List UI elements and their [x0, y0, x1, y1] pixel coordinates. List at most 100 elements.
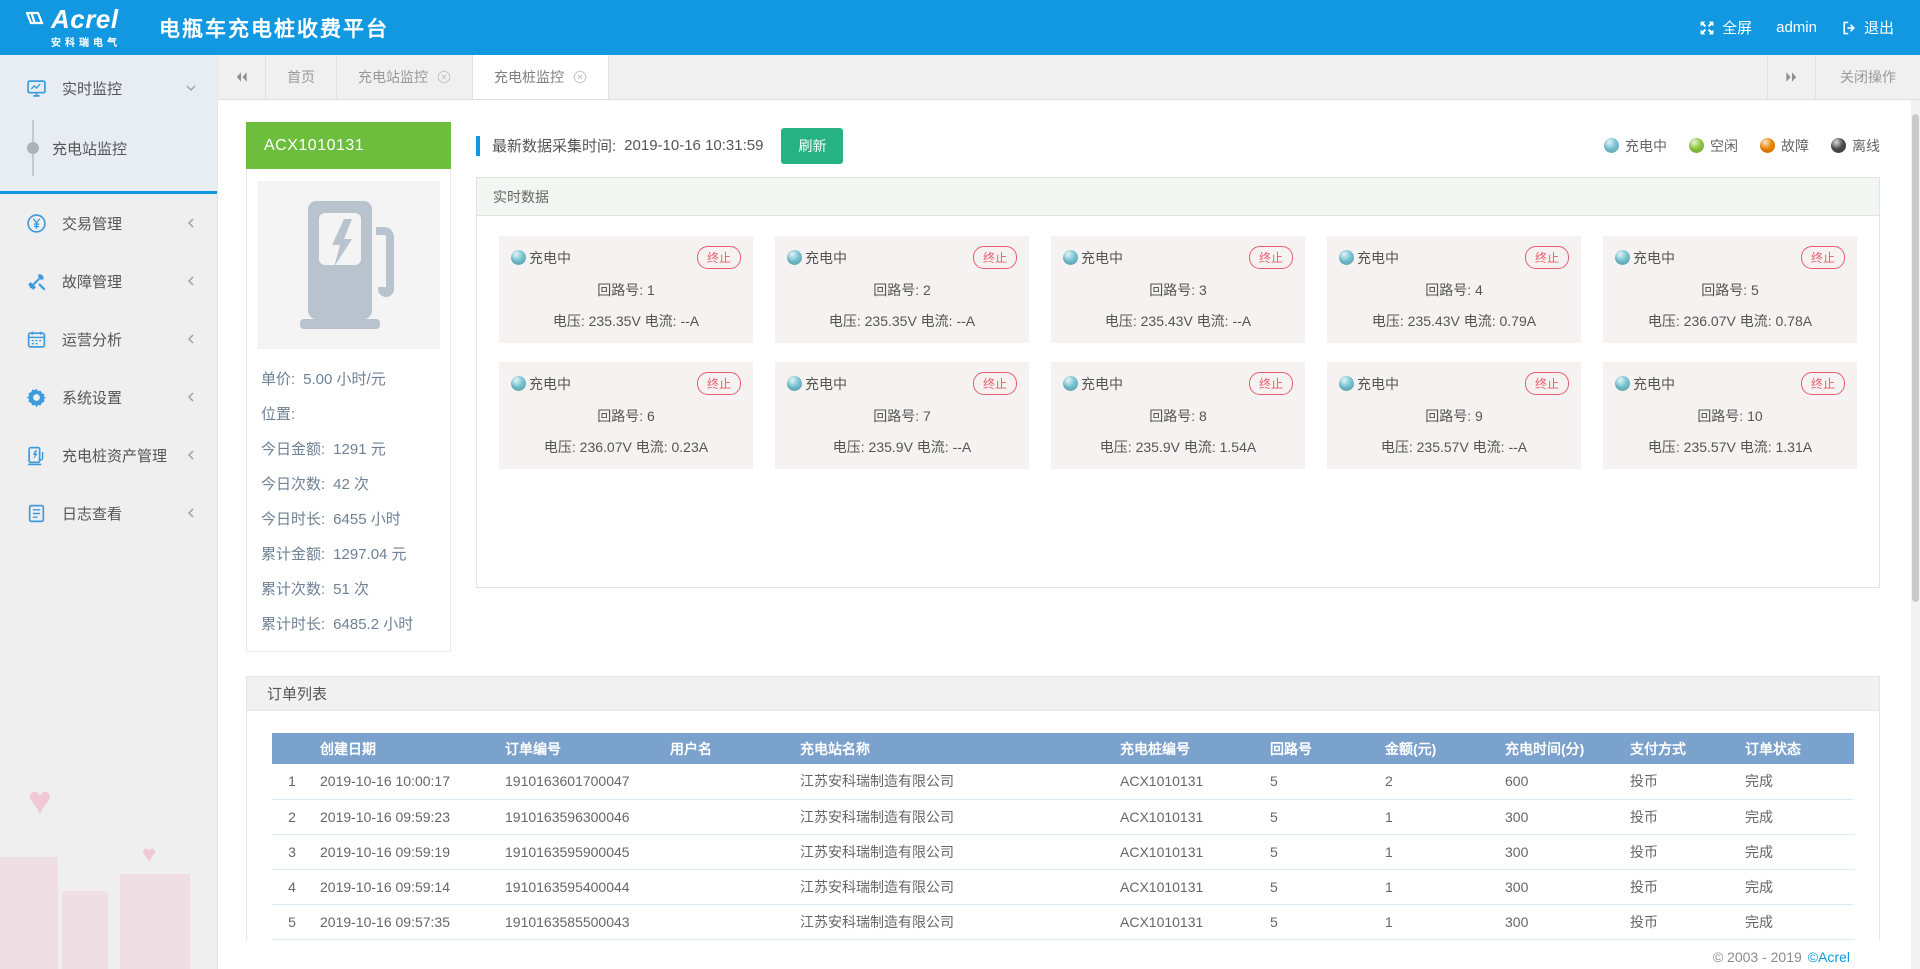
- sidebar: 实时监控充电站监控交易管理故障管理运营分析系统设置充电桩资产管理日志查看 ♥ ♥: [0, 55, 218, 969]
- order-row[interactable]: 22019-10-16 09:59:231910163596300046江苏安科…: [272, 799, 1854, 834]
- terminate-button[interactable]: 终止: [1801, 372, 1845, 395]
- circuit-card: 充电中终止回路号: 9电压: 235.57V 电流: --A: [1327, 362, 1581, 469]
- order-cell: 5: [272, 904, 312, 939]
- scrollbar-thumb[interactable]: [1912, 114, 1919, 602]
- tab-scroll-right-button[interactable]: [1767, 55, 1815, 99]
- circuit-number: 回路号: 4: [1339, 280, 1569, 300]
- terminate-button[interactable]: 终止: [1249, 246, 1293, 269]
- sidebar-subitem-label: 充电站监控: [52, 138, 127, 159]
- sidebar-item-log-view[interactable]: 日志查看: [0, 484, 217, 542]
- chevron-left-icon: [185, 507, 197, 519]
- circuit-values: 电压: 236.07V 电流: 0.23A: [511, 437, 741, 457]
- tab-home[interactable]: 首页: [266, 55, 337, 99]
- status-label: 充电中: [805, 374, 847, 394]
- circuit-number: 回路号: 10: [1615, 406, 1845, 426]
- close-operations-button[interactable]: 关闭操作: [1815, 55, 1920, 99]
- order-row[interactable]: 42019-10-16 09:59:141910163595400044江苏安科…: [272, 869, 1854, 904]
- column-header: 订单编号: [497, 733, 662, 764]
- close-icon[interactable]: [437, 70, 451, 84]
- order-cell: 2019-10-16 10:00:17: [312, 764, 497, 799]
- legend-item: 离线: [1831, 136, 1880, 156]
- status-label: 充电中: [1081, 374, 1123, 394]
- terminate-button[interactable]: 终止: [697, 372, 741, 395]
- sidebar-subitem-station-monitor[interactable]: 充电站监控: [0, 115, 217, 181]
- order-cell: 2: [272, 799, 312, 834]
- page-scrollbar[interactable]: [1911, 100, 1920, 969]
- order-cell: 2: [1377, 764, 1497, 799]
- sidebar-item-system-settings[interactable]: 系统设置: [0, 368, 217, 426]
- terminate-button[interactable]: 终止: [973, 372, 1017, 395]
- stat-value: 5.00 小时/元: [303, 368, 386, 389]
- charging-status-icon: [787, 376, 802, 391]
- acrel-logo: Acrel 安科瑞电气: [26, 7, 121, 49]
- order-cell: 完成: [1737, 834, 1854, 869]
- order-cell: 300: [1497, 799, 1622, 834]
- circuit-values: 电压: 235.35V 电流: --A: [511, 311, 741, 331]
- user-menu[interactable]: admin: [1776, 19, 1817, 36]
- status-label: 充电中: [529, 374, 571, 394]
- heart-icon: ♥: [142, 841, 156, 869]
- order-row[interactable]: 52019-10-16 09:57:351910163585500043江苏安科…: [272, 904, 1854, 939]
- sidebar-expanded-group: 实时监控充电站监控: [0, 55, 217, 194]
- fullscreen-button[interactable]: 全屏: [1699, 17, 1752, 38]
- order-cell: 5: [1262, 764, 1377, 799]
- stat-label: 累计次数:: [261, 578, 325, 599]
- sidebar-item-operation-analysis[interactable]: 运营分析: [0, 310, 217, 368]
- footer-brand-link[interactable]: ©Acrel: [1808, 949, 1850, 965]
- charging-pile-icon: [257, 181, 440, 349]
- order-cell: 1: [1377, 904, 1497, 939]
- order-row[interactable]: 32019-10-16 09:59:191910163595900045江苏安科…: [272, 834, 1854, 869]
- terminate-button[interactable]: 终止: [1525, 372, 1569, 395]
- order-cell: 1: [1377, 834, 1497, 869]
- legend-label: 充电中: [1625, 136, 1667, 156]
- circuit-number: 回路号: 5: [1615, 280, 1845, 300]
- sidebar-item-label: 运营分析: [62, 329, 122, 350]
- tab-station-monitor[interactable]: 充电站监控: [337, 55, 473, 99]
- order-cell: ACX1010131: [1112, 764, 1262, 799]
- terminate-button[interactable]: 终止: [1801, 246, 1845, 269]
- order-cell: [662, 904, 792, 939]
- terminate-button[interactable]: 终止: [973, 246, 1017, 269]
- logout-button[interactable]: 退出: [1841, 17, 1894, 38]
- order-cell: 投币: [1622, 869, 1737, 904]
- order-cell: 完成: [1737, 904, 1854, 939]
- device-stats: 单价:5.00 小时/元位置:今日金额:1291 元今日次数:42 次今日时长:…: [257, 361, 440, 641]
- order-cell: ACX1010131: [1112, 799, 1262, 834]
- circuit-values: 电压: 235.9V 电流: 1.54A: [1063, 437, 1293, 457]
- sidebar-item-fault-mgmt[interactable]: 故障管理: [0, 252, 217, 310]
- refresh-button[interactable]: 刷新: [781, 128, 843, 164]
- status-label: 充电中: [529, 248, 571, 268]
- tab-scroll-left-button[interactable]: [218, 55, 266, 99]
- decorative-skyline: ♥ ♥: [0, 779, 216, 969]
- order-cell: 1: [1377, 869, 1497, 904]
- sidebar-item-transaction-mgmt[interactable]: 交易管理: [0, 194, 217, 252]
- circuit-card: 充电中 终止回路号: 1 电压: 235.35V 电流: --A: [499, 236, 753, 343]
- page-footer: © 2003 - 2019 ©Acrel: [246, 940, 1880, 969]
- column-header: 回路号: [1262, 733, 1377, 764]
- charging-status-icon: [511, 250, 526, 265]
- chevron-left-icon: [185, 449, 197, 461]
- device-stat-row: 累计次数: 51 次: [257, 571, 440, 606]
- orders-panel: 订单列表 创建日期订单编号用户名充电站名称充电桩编号回路号金额(元)充电时间(分…: [246, 676, 1880, 940]
- circuit-card: 充电中终止回路号: 2电压: 235.35V 电流: --A: [775, 236, 1029, 343]
- transaction-icon: [26, 213, 47, 234]
- sidebar-item-pile-asset-mgmt[interactable]: 充电桩资产管理: [0, 426, 217, 484]
- order-cell: 投币: [1622, 904, 1737, 939]
- main-content: ACX1010131 单价:: [218, 100, 1920, 969]
- order-cell: 江苏安科瑞制造有限公司: [792, 834, 1112, 869]
- terminate-button[interactable]: 终止: [697, 246, 741, 269]
- circuit-number: 回路号: 1: [511, 280, 741, 300]
- tab-pile-monitor[interactable]: 充电桩监控: [473, 55, 609, 99]
- header-actions: 全屏 admin 退出: [1699, 17, 1894, 38]
- terminate-button[interactable]: 终止: [1249, 372, 1293, 395]
- order-row[interactable]: 12019-10-16 10:00:171910163601700047江苏安科…: [272, 764, 1854, 799]
- sidebar-item-realtime-monitor[interactable]: 实时监控: [0, 61, 217, 115]
- charging-status-icon: [1615, 250, 1630, 265]
- order-cell: 完成: [1737, 799, 1854, 834]
- column-header: 支付方式: [1622, 733, 1737, 764]
- order-cell: 江苏安科瑞制造有限公司: [792, 764, 1112, 799]
- charging-status-icon: [1615, 376, 1630, 391]
- stat-value: 51 次: [333, 578, 369, 599]
- close-icon[interactable]: [573, 70, 587, 84]
- terminate-button[interactable]: 终止: [1525, 246, 1569, 269]
